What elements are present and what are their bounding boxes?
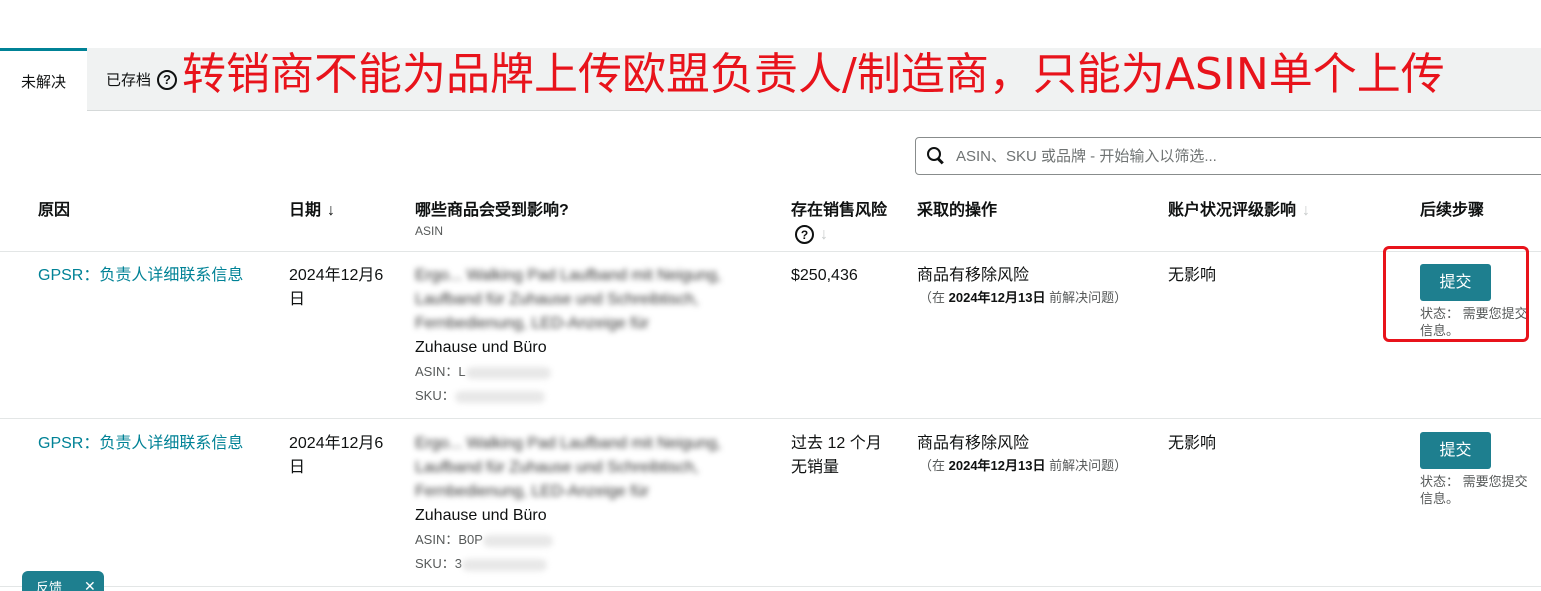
search-input[interactable]: [956, 147, 1516, 165]
health-cell: 无影响: [1168, 435, 1217, 452]
column-header-reason-label: 原因: [38, 202, 71, 219]
column-header-next: 后续步骤: [1420, 199, 1484, 223]
column-header-action-label: 采取的操作: [917, 202, 998, 219]
feedback-label: 反馈: [36, 579, 63, 591]
action-note-pre: （在: [919, 290, 949, 305]
action-text: 商品有移除风险: [917, 267, 1030, 284]
action-note-post: 前解决问题）: [1045, 458, 1128, 473]
asin-label: ASIN：: [415, 532, 459, 547]
sort-arrow-icon[interactable]: ↓: [820, 226, 828, 243]
action-note-date: 2024年12月13日: [948, 458, 1046, 473]
date-cell: 2024年12月6日: [289, 435, 384, 476]
tab-unresolved-label: 未解决: [20, 74, 66, 91]
product-title-tail: Zuhause und Büro: [415, 507, 547, 524]
column-header-next-label: 后续步骤: [1420, 202, 1485, 219]
header-divider: [0, 251, 1541, 252]
action-text: 商品有移除风险: [917, 435, 1030, 452]
feedback-tab[interactable]: 反馈 ✕: [22, 571, 104, 591]
asin-label: ASIN：: [415, 364, 459, 379]
column-header-risk[interactable]: 存在销售风险 ? ↓: [791, 199, 891, 247]
sku-line: SKU：: [415, 384, 775, 408]
action-cell: 商品有移除风险 （在 2024年12月13日 前解决问题）: [917, 432, 1137, 474]
sku-label: SKU：: [415, 388, 455, 403]
close-icon[interactable]: ✕: [84, 578, 96, 591]
row-divider: [0, 418, 1541, 419]
asin-value: L: [458, 364, 466, 379]
product-title[interactable]: Ergo... Walking Pad Laufband mit Neigung…: [415, 432, 775, 504]
sku-value: 3: [454, 556, 462, 571]
action-note-date: 2024年12月13日: [948, 290, 1046, 305]
column-header-date-label: 日期: [289, 202, 322, 219]
search-box[interactable]: [915, 137, 1541, 175]
product-cell: Ergo... Walking Pad Laufband mit Neigung…: [415, 264, 775, 408]
action-note: （在 2024年12月13日 前解决问题）: [917, 290, 1137, 306]
sku-line: SKU：3: [415, 552, 775, 576]
search-icon: [926, 146, 946, 166]
annotation-text: 转销商不能为品牌上传欧盟负责人/制造商，只能为ASIN单个上传: [182, 49, 1445, 100]
column-header-affected-sub: ASIN: [415, 224, 444, 238]
status-text: 状态： 需要您提交信息。: [1420, 474, 1528, 506]
column-header-affected-label: 哪些商品会受到影响?: [415, 202, 569, 219]
reason-link[interactable]: GPSR：负责人详细联系信息: [38, 264, 243, 288]
risk-cell: $250,436: [791, 267, 858, 284]
product-cell: Ergo... Walking Pad Laufband mit Neigung…: [415, 432, 775, 576]
redacted-mark: [461, 558, 547, 571]
risk-cell: 过去 12 个月无销量: [791, 435, 882, 476]
sort-arrow-icon[interactable]: ↓: [1302, 202, 1310, 219]
tab-unresolved[interactable]: 未解决: [0, 48, 87, 112]
row-divider: [0, 586, 1541, 587]
asin-line: ASIN：B0P: [415, 528, 775, 552]
reason-link[interactable]: GPSR：负责人详细联系信息: [38, 432, 243, 456]
asin-line: ASIN：L: [415, 360, 775, 384]
product-title[interactable]: Ergo... Walking Pad Laufband mit Neigung…: [415, 264, 775, 336]
help-icon[interactable]: ?: [157, 69, 178, 90]
action-note: （在 2024年12月13日 前解决问题）: [917, 458, 1137, 474]
health-cell: 无影响: [1168, 267, 1217, 284]
sku-label: SKU：: [415, 556, 455, 571]
action-note-pre: （在: [919, 458, 949, 473]
action-note-post: 前解决问题）: [1045, 290, 1128, 305]
column-header-action: 采取的操作: [917, 199, 997, 223]
asin-value: B0P: [458, 532, 483, 547]
column-header-health-label: 账户状况评级影响: [1168, 202, 1297, 219]
redacted-mark: [465, 366, 551, 379]
help-icon[interactable]: ?: [795, 225, 814, 245]
submit-button[interactable]: 提交: [1420, 432, 1491, 469]
next-step-cell: 提交 状态： 需要您提交信息。: [1420, 432, 1530, 507]
tab-archived[interactable]: 已存档 ?: [106, 48, 178, 111]
redacted-mark: [482, 534, 553, 547]
column-header-risk-label: 存在销售风险: [791, 202, 888, 219]
sort-arrow-icon[interactable]: ↓: [327, 202, 335, 219]
product-title-tail: Zuhause und Büro: [415, 339, 547, 356]
column-header-health[interactable]: 账户状况评级影响 ↓: [1168, 199, 1310, 223]
column-header-affected: 哪些商品会受到影响? ASIN: [415, 199, 569, 239]
highlight-box: [1383, 246, 1529, 342]
date-cell: 2024年12月6日: [289, 267, 384, 308]
redacted-mark: [454, 390, 545, 403]
tab-archived-label: 已存档: [106, 72, 152, 89]
column-header-date[interactable]: 日期 ↓: [289, 199, 335, 223]
column-header-reason: 原因: [38, 199, 70, 223]
action-cell: 商品有移除风险 （在 2024年12月13日 前解决问题）: [917, 264, 1137, 306]
